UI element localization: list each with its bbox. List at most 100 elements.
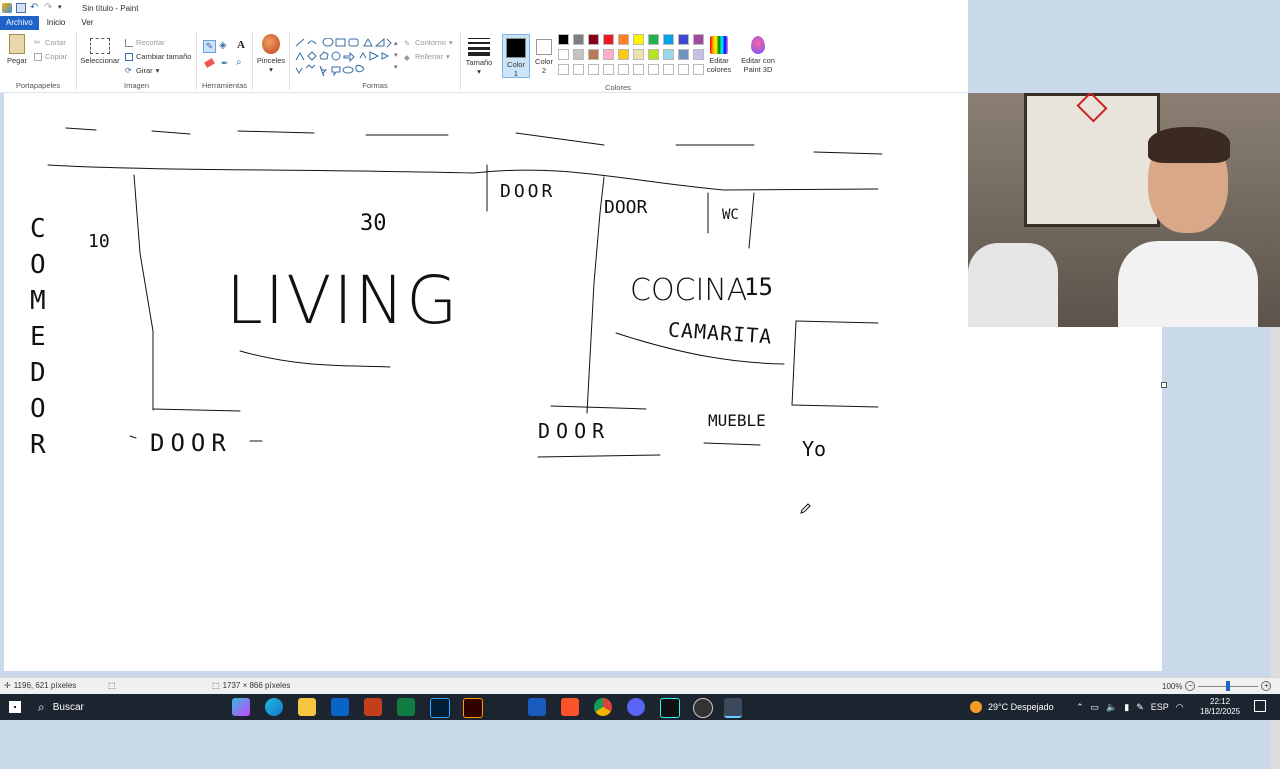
custom-color-slot[interactable] <box>618 64 629 75</box>
network-icon[interactable]: ▭ <box>1091 702 1100 713</box>
tiktok-icon[interactable] <box>660 698 680 718</box>
custom-color-slot[interactable] <box>648 64 659 75</box>
palette-swatch[interactable] <box>663 49 674 60</box>
palette-swatch[interactable] <box>663 34 674 45</box>
fill-bucket-icon[interactable]: ◈ <box>219 40 227 51</box>
edge-icon[interactable] <box>265 698 283 716</box>
brushes-button[interactable]: Pinceles ▾ <box>255 34 287 74</box>
paste-button[interactable]: Pegar <box>4 34 30 65</box>
palette-swatch[interactable] <box>603 49 614 60</box>
paste-label: Pegar <box>6 56 27 65</box>
resize-button[interactable]: Cambiar tamaño <box>125 52 191 61</box>
language-indicator[interactable]: ESP <box>1151 702 1169 712</box>
fill-icon: ◆ <box>404 52 410 62</box>
word-icon[interactable] <box>528 698 546 716</box>
palette-swatch[interactable] <box>648 49 659 60</box>
brave-icon[interactable] <box>561 698 579 716</box>
outline-icon: ✎ <box>404 38 411 48</box>
copy-button[interactable]: Copiar <box>34 52 67 61</box>
weather-icon <box>970 701 982 713</box>
magnifier-icon[interactable]: ⌕ <box>236 57 242 68</box>
custom-color-slot[interactable] <box>573 64 584 75</box>
zoom-slider-thumb[interactable] <box>1226 680 1231 691</box>
selection-size-icon: ⬚ <box>108 681 116 690</box>
eraser-icon[interactable] <box>204 58 215 68</box>
system-tray: ⌃ ▭ 🔈 ▮ ✎ ESP ◠ <box>1076 694 1184 720</box>
tab-file[interactable]: Archivo <box>0 16 39 30</box>
copilot-icon[interactable] <box>232 698 250 716</box>
outline-button[interactable]: ✎ Contorno ▾ <box>404 38 453 48</box>
custom-color-slot[interactable] <box>603 64 614 75</box>
discord-icon[interactable] <box>627 698 645 716</box>
text-tool-icon[interactable]: A <box>237 39 245 51</box>
canvas-resize-handle[interactable] <box>1161 382 1167 388</box>
resize-label: Cambiar tamaño <box>136 52 192 61</box>
select-button[interactable]: Seleccionar <box>79 34 121 65</box>
palette-swatch[interactable] <box>588 49 599 60</box>
zoom-in-icon[interactable]: + <box>1261 681 1272 691</box>
excel-icon[interactable] <box>397 698 415 716</box>
palette-swatch[interactable] <box>588 34 599 45</box>
paint-taskbar-icon[interactable] <box>724 698 742 718</box>
tray-overflow-icon[interactable]: ⌃ <box>1076 702 1084 713</box>
palette-swatch[interactable] <box>603 34 614 45</box>
custom-color-slot[interactable] <box>558 64 569 75</box>
zoom-slider[interactable] <box>1198 680 1259 691</box>
shapes-gallery[interactable] <box>294 38 394 76</box>
rotate-button[interactable]: ⟳ Girar ▾ <box>125 66 159 75</box>
palette-swatch[interactable] <box>573 34 584 45</box>
custom-color-slot[interactable] <box>678 64 689 75</box>
custom-color-slot[interactable] <box>663 64 674 75</box>
volume-icon[interactable]: 🔈 <box>1106 702 1117 713</box>
palette-swatch[interactable] <box>558 49 569 60</box>
tab-home[interactable]: Inicio <box>39 16 74 30</box>
palette-swatch[interactable] <box>678 34 689 45</box>
palette-swatch[interactable] <box>618 49 629 60</box>
shapes-scroll-icon[interactable]: ▴ ▾ ▾ <box>394 38 398 74</box>
color-picker-icon[interactable]: ✒ <box>221 58 229 69</box>
palette-swatch[interactable] <box>573 49 584 60</box>
tab-view[interactable]: Ver <box>73 16 101 30</box>
zoom-out-icon[interactable]: − <box>1185 681 1196 691</box>
illustrator-icon[interactable] <box>463 698 483 718</box>
pencil-icon[interactable]: ✎ <box>203 40 216 53</box>
file-explorer-icon[interactable] <box>298 698 316 716</box>
custom-color-slot[interactable] <box>633 64 644 75</box>
chrome-icon[interactable] <box>594 698 612 716</box>
colors-group-label: Colores <box>605 83 631 92</box>
photoshop-icon[interactable] <box>430 698 450 718</box>
palette-swatch[interactable] <box>618 34 629 45</box>
crop-button[interactable]: Recortar <box>125 38 165 47</box>
palette-swatch[interactable] <box>633 49 644 60</box>
wifi-icon[interactable]: ◠ <box>1176 702 1184 713</box>
paint3d-button[interactable]: Editar con Paint 3D <box>738 32 778 74</box>
weather-widget[interactable]: 29°C Despejado <box>970 694 1054 720</box>
clock[interactable]: 22:12 18/12/2025 <box>1200 694 1240 720</box>
notifications-icon[interactable] <box>1254 700 1266 712</box>
color1-button[interactable]: Color 1 <box>502 34 530 78</box>
save-icon[interactable] <box>16 3 26 13</box>
edit-colors-button[interactable]: Editar colores <box>702 32 736 74</box>
obs-icon[interactable] <box>693 698 713 718</box>
palette-swatch[interactable] <box>633 34 644 45</box>
outlook-icon[interactable] <box>331 698 349 716</box>
paint3d-label-1: Editar con <box>741 56 775 65</box>
palette-swatch[interactable] <box>648 34 659 45</box>
windows-start-icon[interactable] <box>9 701 21 713</box>
pen-icon[interactable]: ✎ <box>1136 702 1144 713</box>
redo-icon[interactable]: ↷ <box>44 3 54 13</box>
palette-swatch[interactable] <box>558 34 569 45</box>
color2-button[interactable]: Color 2 <box>532 34 556 75</box>
taskbar-search[interactable]: ⌕ Buscar <box>32 696 222 718</box>
custom-color-slot[interactable] <box>588 64 599 75</box>
customize-quick-access-icon[interactable]: ▾ <box>58 3 68 13</box>
powerpoint-icon[interactable] <box>364 698 382 716</box>
fill-button[interactable]: ◆ Rellenar ▾ <box>404 52 450 62</box>
cut-button[interactable]: ✂ Cortar <box>34 38 66 47</box>
undo-icon[interactable]: ↶ <box>30 3 40 13</box>
palette-swatch[interactable] <box>678 49 689 60</box>
battery-icon[interactable]: ▮ <box>1124 702 1129 713</box>
size-button[interactable]: Tamaño ▾ <box>462 32 496 76</box>
selection-size: ⬚ <box>108 681 116 690</box>
cut-label: Cortar <box>45 38 66 47</box>
